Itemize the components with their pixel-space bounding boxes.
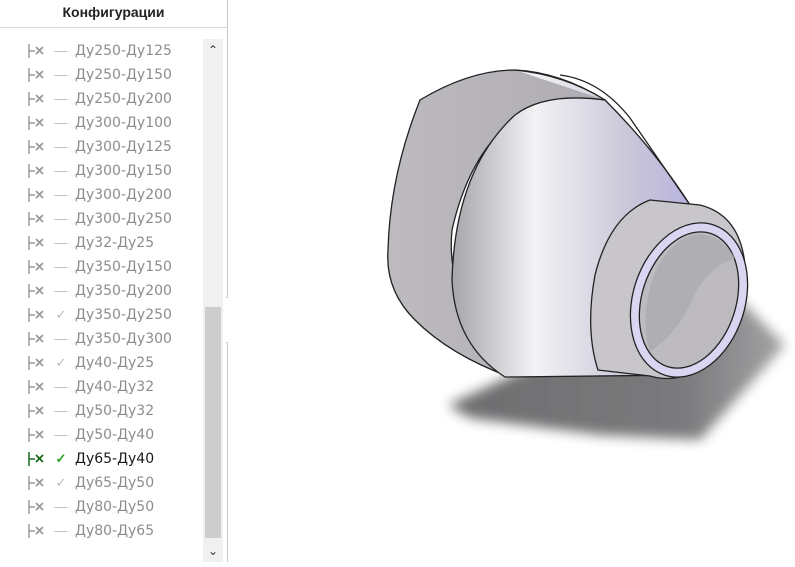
state-indicator: — [54,499,68,514]
configuration-item[interactable]: — Ду350-Ду200 [0,279,203,303]
state-indicator: — [54,187,68,202]
configuration-icon [28,140,44,154]
configuration-icon [28,188,44,202]
configuration-icon [28,476,44,490]
configuration-item[interactable]: — Ду250-Ду150 [0,63,203,87]
state-indicator: — [54,139,68,154]
scroll-thumb[interactable] [205,307,221,538]
scroll-up-button[interactable]: ⌃ [203,39,223,61]
configuration-icon [28,332,44,346]
configuration-label: Ду80-Ду50 [75,499,155,515]
reducer-3d-model[interactable] [228,0,795,562]
configuration-label: Ду40-Ду25 [75,355,155,371]
configuration-item[interactable]: — Ду50-Ду40 [0,423,203,447]
configuration-label: Ду65-Ду50 [75,475,155,491]
configuration-label: Ду250-Ду150 [75,67,172,83]
configuration-item[interactable]: — Ду300-Ду100 [0,111,203,135]
state-indicator: — [54,331,68,346]
configuration-label: Ду300-Ду150 [75,163,172,179]
configuration-icon [28,116,44,130]
state-indicator: ✓ [55,307,67,322]
configuration-icon [28,164,44,178]
configuration-item[interactable]: — Ду300-Ду150 [0,159,203,183]
configuration-manager-panel: Конфигурации — Ду250-Ду125 — Ду250-Ду150 — Ду… [0,0,228,562]
configuration-item[interactable]: — Ду32-Ду25 [0,231,203,255]
configuration-icon [28,524,44,538]
state-indicator: — [54,91,68,106]
state-indicator: — [54,427,68,442]
configuration-icon [28,236,44,250]
scroll-down-button[interactable]: ⌄ [203,540,223,562]
configuration-item[interactable]: — Ду300-Ду250 [0,207,203,231]
state-indicator: — [54,67,68,82]
configuration-icon [28,428,44,442]
configuration-list[interactable]: — Ду250-Ду125 — Ду250-Ду150 — Ду250-Ду200 — Ду3… [0,39,203,559]
vertical-scrollbar[interactable]: ⌃ ⌄ [203,39,223,562]
configuration-item[interactable]: ✓ Ду40-Ду25 [0,351,203,375]
configuration-label: Ду350-Ду200 [75,283,172,299]
state-indicator: — [54,115,68,130]
active-check-icon: ✓ [55,451,67,466]
configuration-item[interactable]: — Ду250-Ду125 [0,39,203,63]
configuration-item[interactable]: ✓ Ду65-Ду50 [0,471,203,495]
configuration-label: Ду32-Ду25 [75,235,155,251]
configuration-label: Ду40-Ду32 [75,379,155,395]
configuration-item[interactable]: — Ду50-Ду32 [0,399,203,423]
configuration-label: Ду350-Ду300 [75,331,172,347]
configuration-label: Ду300-Ду200 [75,187,172,203]
state-indicator: — [54,235,68,250]
configuration-item[interactable]: — Ду300-Ду125 [0,135,203,159]
configuration-icon [28,68,44,82]
configuration-label: Ду80-Ду65 [75,523,155,539]
configuration-icon [28,380,44,394]
configuration-icon [28,404,44,418]
configuration-item[interactable]: ✓ Ду350-Ду250 [0,303,203,327]
configuration-item[interactable]: — Ду40-Ду32 [0,375,203,399]
configuration-item[interactable]: — Ду80-Ду50 [0,495,203,519]
state-indicator: ✓ [55,475,67,490]
configuration-icon [28,356,44,370]
state-indicator: — [54,283,68,298]
configuration-label: Ду250-Ду200 [75,91,172,107]
configuration-item[interactable]: — Ду350-Ду300 [0,327,203,351]
configuration-label: Ду50-Ду32 [75,403,155,419]
state-indicator: ✓ [55,355,67,370]
configuration-item[interactable]: ✓ Ду65-Ду40 [0,447,203,471]
configuration-item[interactable]: — Ду80-Ду65 [0,519,203,543]
configuration-item[interactable]: — Ду300-Ду200 [0,183,203,207]
state-indicator: — [54,523,68,538]
state-indicator: — [54,163,68,178]
state-indicator: — [54,403,68,418]
configuration-label: Ду250-Ду125 [75,43,172,59]
configuration-icon [28,308,44,322]
configuration-icon [28,44,44,58]
state-indicator: — [54,259,68,274]
configuration-label: Ду300-Ду250 [75,211,172,227]
panel-title: Конфигурации [0,0,227,28]
configuration-label: Ду350-Ду150 [75,259,172,275]
state-indicator: — [54,211,68,226]
configuration-icon [28,452,44,466]
configuration-item[interactable]: — Ду250-Ду200 [0,87,203,111]
configuration-label: Ду300-Ду100 [75,115,172,131]
configuration-item[interactable]: — Ду350-Ду150 [0,255,203,279]
configuration-label: Ду300-Ду125 [75,139,172,155]
state-indicator: — [54,379,68,394]
graphics-viewport[interactable] [228,0,795,562]
configuration-icon [28,260,44,274]
configuration-icon [28,212,44,226]
configuration-icon [28,284,44,298]
state-indicator: — [54,43,68,58]
configuration-icon [28,92,44,106]
configuration-icon [28,500,44,514]
configuration-label: Ду50-Ду40 [75,427,155,443]
configuration-label: Ду350-Ду250 [75,307,172,323]
configuration-label: Ду65-Ду40 [75,451,155,467]
